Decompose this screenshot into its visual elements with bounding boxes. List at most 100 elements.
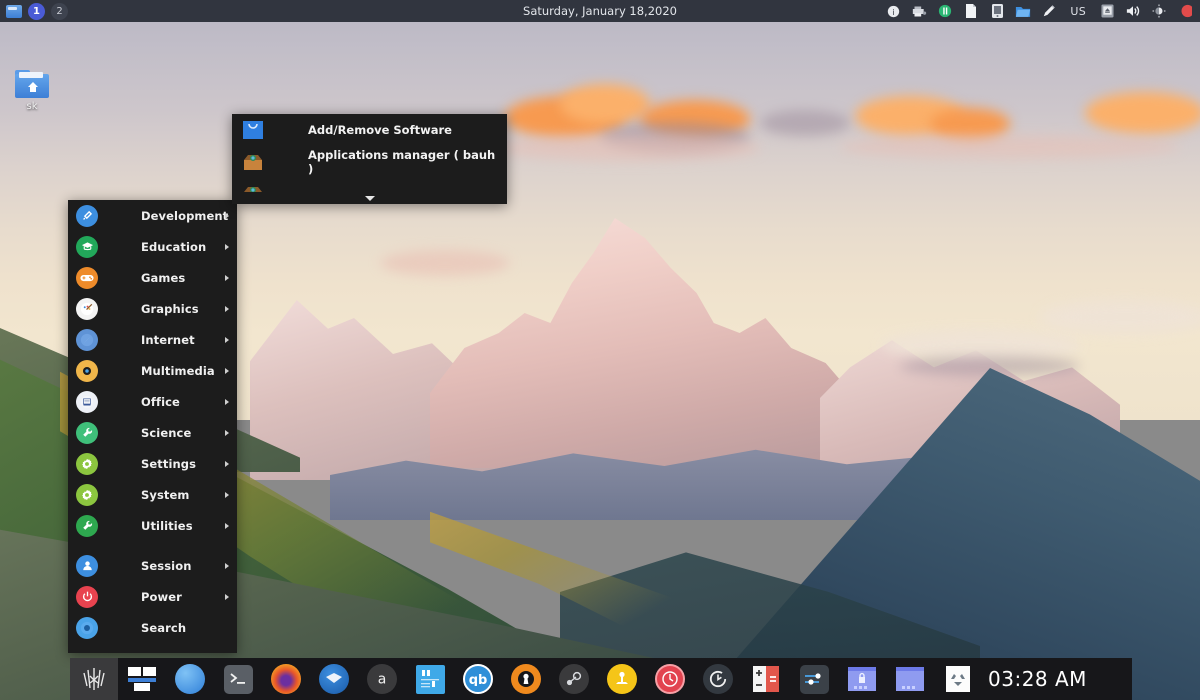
dock-item-steam[interactable] — [550, 658, 598, 700]
dock-item-window-lock[interactable] — [838, 658, 886, 700]
printer-icon[interactable] — [906, 0, 932, 22]
menu-item-label: Science — [141, 425, 192, 440]
application-menu: Development Education Games Graphics Int… — [68, 200, 237, 653]
submenu-item-applications-manager[interactable]: Applications manager ( bauh ) — [232, 146, 507, 178]
dock-item-tor-browser[interactable] — [502, 658, 550, 700]
brightness-icon[interactable] — [1146, 0, 1172, 22]
menu-item-power[interactable]: Power — [68, 581, 237, 612]
menu-item-graphics[interactable]: Graphics — [68, 293, 237, 324]
package-box-icon — [242, 151, 264, 173]
notification-icon[interactable] — [1172, 0, 1198, 22]
gear-icon — [76, 483, 98, 506]
menu-item-games[interactable]: Games — [68, 262, 237, 293]
chevron-right-icon — [225, 593, 229, 600]
application-submenu: Add/Remove Software Applications manager… — [232, 114, 507, 204]
gear-icon — [76, 452, 98, 475]
menu-item-office[interactable]: Office — [68, 386, 237, 417]
dock-item-window-tiles[interactable] — [118, 658, 166, 700]
dock-item-window-plain[interactable] — [886, 658, 934, 700]
menu-item-development[interactable]: Development — [68, 200, 237, 231]
chevron-right-icon — [225, 429, 229, 436]
menu-item-label: Utilities — [141, 518, 193, 533]
submenu-item-label: Applications manager ( bauh ) — [308, 148, 496, 176]
menu-item-label: Search — [141, 620, 187, 635]
dock-item-terminal[interactable] — [214, 658, 262, 700]
menu-item-education[interactable]: Education — [68, 231, 237, 262]
chevron-right-icon — [225, 274, 229, 281]
dock-item-audacious[interactable]: a — [358, 658, 406, 700]
document-blue-icon — [76, 390, 98, 413]
music-note-icon[interactable] — [932, 0, 958, 22]
document-icon[interactable] — [958, 0, 984, 22]
dock-item-thunderbird[interactable] — [310, 658, 358, 700]
display-icon[interactable] — [1094, 0, 1120, 22]
text-editor-icon — [415, 664, 445, 694]
calculator-icon — [753, 666, 779, 692]
menu-item-utilities[interactable]: Utilities — [68, 510, 237, 541]
blue-folder-icon[interactable] — [1010, 0, 1036, 22]
search-icon — [76, 616, 98, 639]
menu-item-label: Graphics — [141, 301, 199, 316]
desktop-icon-home[interactable]: sk — [8, 70, 56, 112]
cloud — [1040, 300, 1200, 334]
dock-item-stopwatch[interactable] — [694, 658, 742, 700]
volume-icon[interactable] — [1120, 0, 1146, 22]
submenu-item-add-remove-software[interactable]: Add/Remove Software — [232, 114, 507, 146]
screwdriver-icon — [76, 204, 98, 227]
dock-item-joystick[interactable] — [598, 658, 646, 700]
dock-item-qbittorrent[interactable]: qb — [454, 658, 502, 700]
cloud — [380, 250, 510, 276]
settings-sliders-icon — [799, 664, 829, 694]
workspace-2-button[interactable]: 2 — [51, 2, 68, 20]
menu-item-label: Development — [141, 208, 229, 223]
menu-item-internet[interactable]: Internet — [68, 324, 237, 355]
menu-item-session[interactable]: Session — [68, 550, 237, 581]
menu-item-system[interactable]: System — [68, 479, 237, 510]
dock-item-settings-sliders[interactable] — [790, 658, 838, 700]
chevron-right-icon — [225, 398, 229, 405]
stopwatch-icon — [703, 664, 733, 694]
menu-item-label: Session — [141, 558, 192, 573]
thunderbird-icon — [319, 664, 349, 694]
menu-item-label: Settings — [141, 456, 197, 471]
window-lock-icon — [848, 667, 876, 691]
chevron-right-icon — [225, 522, 229, 529]
menu-item-multimedia[interactable]: Multimedia — [68, 355, 237, 386]
keyboard-layout-indicator[interactable]: US — [1062, 5, 1094, 18]
info-icon[interactable]: i — [880, 0, 906, 22]
dock-clock: 03:28 AM — [988, 667, 1087, 691]
terminal-icon — [223, 664, 253, 694]
cloud — [840, 135, 1180, 159]
chevron-right-icon — [225, 305, 229, 312]
workspace-1-button[interactable]: 1 — [28, 2, 45, 20]
menu-item-settings[interactable]: Settings — [68, 448, 237, 479]
dock-item-firefox[interactable] — [262, 658, 310, 700]
chevron-right-icon — [225, 336, 229, 343]
menu-item-science[interactable]: Science — [68, 417, 237, 448]
software-bag-icon — [242, 119, 264, 141]
dock-item-whisker-menu[interactable] — [70, 658, 118, 700]
cloud — [560, 84, 650, 124]
menu-item-search[interactable]: Search — [68, 612, 237, 643]
whisker-menu-icon — [83, 668, 105, 690]
dock-item-clock-red[interactable] — [646, 658, 694, 700]
svg-text:i: i — [892, 6, 894, 16]
dock-item-text-editor[interactable] — [406, 658, 454, 700]
chevron-right-icon — [225, 367, 229, 374]
menu-item-label: Internet — [141, 332, 195, 347]
top-panel-left: 1 2 — [0, 2, 68, 20]
submenu-scroll-down[interactable] — [232, 192, 507, 204]
menu-item-label: Education — [141, 239, 207, 254]
dock-panel: a qb 03:28 AM — [70, 658, 1132, 700]
dock-item-trash[interactable] — [934, 658, 982, 700]
device-icon[interactable] — [984, 0, 1010, 22]
menu-item-label: Power — [141, 589, 182, 604]
graduation-cap-icon — [76, 235, 98, 258]
window-plain-icon — [896, 667, 924, 691]
audacious-icon: a — [367, 664, 397, 694]
dock-item-calculator[interactable] — [742, 658, 790, 700]
joystick-yellow-icon — [607, 664, 637, 694]
pen-icon[interactable] — [1036, 0, 1062, 22]
window-list-icon[interactable] — [6, 4, 22, 18]
dock-item-browser[interactable] — [166, 658, 214, 700]
